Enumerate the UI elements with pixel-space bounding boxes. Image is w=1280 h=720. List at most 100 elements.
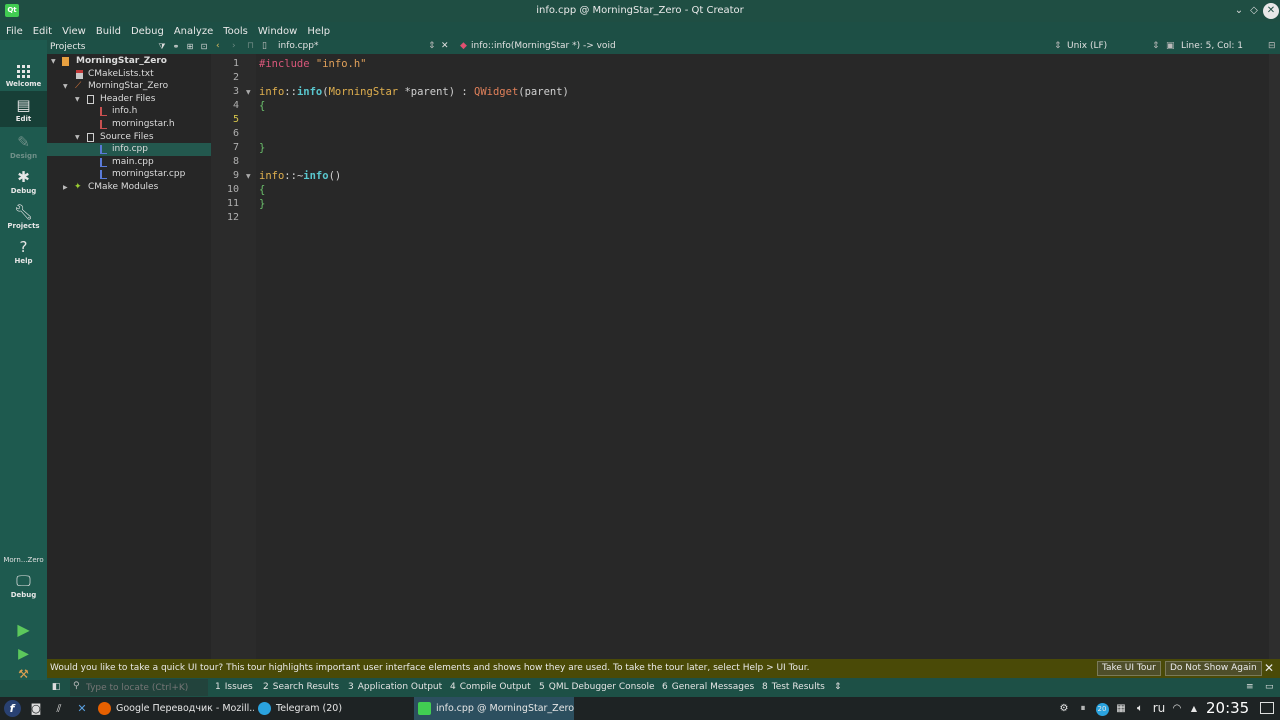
toggle-sidebar-icon[interactable]: ◧	[50, 681, 62, 693]
chevron-updown-icon[interactable]: ⇕	[1054, 41, 1062, 51]
tree-item-cmake-modules[interactable]: ▶ ✦ CMake Modules	[47, 181, 211, 194]
split-icon[interactable]: ⊞	[183, 40, 197, 54]
menu-view[interactable]: View	[62, 26, 86, 37]
pane-tab-issues[interactable]: 1 Issues	[215, 682, 253, 692]
app-launcher-icon[interactable]: ✕	[72, 699, 92, 718]
kit-selector[interactable]: 🖵︎ Debug	[0, 570, 47, 606]
menu-analyze[interactable]: Analyze	[174, 26, 213, 37]
chevron-updown-icon[interactable]: ⇕	[1152, 41, 1160, 51]
take-ui-tour-button[interactable]: Take UI Tour	[1097, 661, 1161, 676]
tree-item-source-files[interactable]: ▼ Source Files	[47, 131, 211, 144]
tree-item-main-cpp[interactable]: main.cpp	[47, 156, 211, 169]
pane-tab-search-results[interactable]: 2 Search Results	[263, 682, 339, 692]
clock[interactable]: 20:35	[1206, 697, 1249, 720]
tree-item-label: main.cpp	[112, 156, 154, 167]
code-line[interactable]: }	[259, 198, 265, 210]
link-icon[interactable]: ⚭	[169, 40, 183, 54]
pause-icon[interactable]: ⏸	[1076, 697, 1090, 720]
close-document-icon[interactable]: ✕	[441, 41, 449, 51]
wrench-icon: 🔧︎	[13, 203, 34, 221]
maximize-pane-icon[interactable]: ▭	[1265, 682, 1274, 692]
mode-projects[interactable]: 🔧︎ Projects	[0, 201, 47, 235]
keyboard-layout[interactable]: ru	[1150, 697, 1168, 720]
maximize-button[interactable]: ◇	[1246, 3, 1262, 19]
open-document-selector[interactable]: info.cpp*	[278, 41, 318, 51]
code-line[interactable]: info::~info()	[259, 170, 341, 182]
pane-tab-compile-output[interactable]: 4 Compile Output	[450, 682, 531, 692]
filter-icon[interactable]: ⧩	[155, 40, 169, 54]
discord-icon[interactable]: ◙	[26, 699, 46, 718]
forward-arrow-icon[interactable]: ›	[232, 41, 236, 51]
tree-item-morningstar-cpp[interactable]: morningstar.cpp	[47, 168, 211, 181]
code-token: }	[259, 142, 266, 154]
build-button[interactable]: ⚒	[0, 666, 47, 681]
menu-file[interactable]: File	[6, 26, 23, 37]
tree-item-header-files[interactable]: ▼ Header Files	[47, 93, 211, 106]
mode-help[interactable]: ? Help	[0, 236, 47, 270]
tree-item-cmakelists[interactable]: CMakeLists.txt	[47, 68, 211, 81]
cursor-position[interactable]: Line: 5, Col: 1	[1181, 41, 1243, 51]
back-arrow-icon[interactable]: ‹	[216, 41, 220, 51]
code-line[interactable]: }	[259, 142, 265, 154]
tray-expand-icon[interactable]: ▲	[1188, 697, 1200, 720]
tree-item-subproject[interactable]: ▼ ⟋ MorningStar_Zero	[47, 80, 211, 93]
more-panes-icon[interactable]: ⇕	[834, 682, 842, 692]
tree-item-info-h[interactable]: info.h	[47, 105, 211, 118]
fedora-menu-icon[interactable]: f	[2, 699, 22, 718]
fold-marker-icon[interactable]: ▼	[246, 89, 251, 96]
close-pane-icon[interactable]: ⊡	[197, 40, 211, 54]
pane-tab-general-messages[interactable]: 6 General Messages	[662, 682, 754, 692]
task-firefox[interactable]: Google Переводчик - Mozill...	[94, 697, 254, 720]
code-line[interactable]: {	[259, 184, 265, 196]
tool-icon[interactable]: ⫽	[49, 699, 69, 718]
projects-view-selector[interactable]: Projects	[50, 42, 155, 52]
menu-help[interactable]: Help	[307, 26, 330, 37]
mode-design[interactable]: ✎ Design	[0, 131, 47, 165]
task-telegram[interactable]: Telegram (20)	[254, 697, 414, 720]
tree-item-morningstar-h[interactable]: morningstar.h	[47, 118, 211, 131]
menu-edit[interactable]: Edit	[33, 26, 52, 37]
kit-config-label: Debug	[10, 591, 37, 599]
pane-tab-number: 2	[263, 682, 269, 692]
close-button[interactable]: ✕	[1263, 3, 1279, 19]
tree-item-info-cpp[interactable]: info.cpp	[47, 143, 211, 156]
mode-welcome[interactable]: Welcome	[0, 60, 47, 94]
line-ending-selector[interactable]: Unix (LF)	[1067, 41, 1107, 51]
locator-input[interactable]	[86, 680, 204, 695]
code-line[interactable]: {	[259, 100, 265, 112]
mode-debug[interactable]: ✱ Debug	[0, 166, 47, 200]
line-number: 8	[232, 156, 239, 167]
pane-tab-application-output[interactable]: 3 Application Output	[348, 682, 442, 692]
code-editor[interactable]	[256, 54, 1269, 659]
progress-details-icon[interactable]: ≡	[1246, 682, 1254, 692]
menu-tools[interactable]: Tools	[223, 26, 248, 37]
volume-icon[interactable]: 🔈︎	[1133, 697, 1147, 720]
fold-marker-icon[interactable]: ▼	[246, 173, 251, 180]
menu-build[interactable]: Build	[96, 26, 121, 37]
pane-tab-test-results[interactable]: 8 Test Results	[762, 682, 825, 692]
pane-tab-qml-debugger-console[interactable]: 5 QML Debugger Console	[539, 682, 655, 692]
close-info-bar-icon[interactable]: ✕	[1264, 661, 1274, 675]
split-editor-icon[interactable]: ⊟	[1268, 41, 1276, 51]
tree-item-project-root[interactable]: ▼ MorningStar_Zero	[47, 55, 211, 68]
wifi-icon[interactable]: ◠	[1170, 697, 1184, 720]
code-line[interactable]: info::info(MorningStar *parent) : QWidge…	[259, 86, 569, 98]
projects-pane-header: Projects ⧩ ⚭ ⊞ ⊡	[47, 40, 211, 54]
vertical-scrollbar[interactable]	[1269, 54, 1280, 659]
task-qt-creator[interactable]: info.cpp @ MorningStar_Zero...	[414, 697, 574, 720]
mode-edit[interactable]: ▤ Edit	[0, 91, 47, 127]
menu-debug[interactable]: Debug	[131, 26, 164, 37]
code-line[interactable]: #include "info.h"	[259, 58, 366, 70]
tree-item-label: CMakeLists.txt	[88, 68, 154, 79]
clipboard-icon[interactable]: ▦	[1114, 697, 1128, 720]
menu-window[interactable]: Window	[258, 26, 297, 37]
chevron-updown-icon[interactable]: ⇕	[428, 41, 436, 51]
locator[interactable]: ⚲	[70, 679, 208, 696]
code-token: *	[398, 86, 411, 98]
network-settings-icon[interactable]: ⚙	[1057, 697, 1071, 720]
notification-badge[interactable]: 20	[1095, 697, 1109, 720]
minimize-button[interactable]: ⌄	[1231, 3, 1247, 19]
do-not-show-again-button[interactable]: Do Not Show Again	[1165, 661, 1262, 676]
symbol-selector[interactable]: info::info(MorningStar *) -> void	[471, 41, 616, 51]
show-desktop-icon[interactable]	[1258, 697, 1276, 720]
